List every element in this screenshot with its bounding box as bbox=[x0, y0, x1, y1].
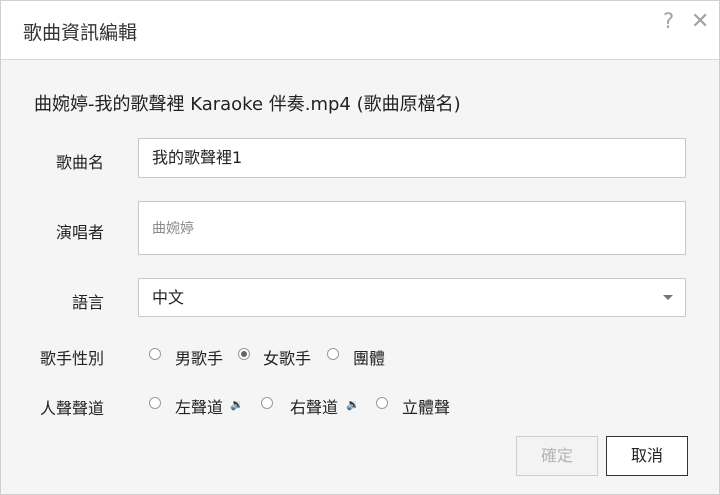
close-icon[interactable]: ✕ bbox=[691, 9, 709, 34]
radio-group-label[interactable]: 團體 bbox=[353, 345, 385, 369]
song-name-label: 歌曲名 bbox=[55, 153, 104, 172]
radio-female-label[interactable]: 女歌手 bbox=[263, 345, 311, 369]
radio-male-label[interactable]: 男歌手 bbox=[175, 345, 223, 369]
language-label: 語言 bbox=[71, 293, 104, 312]
singer-input[interactable]: 曲婉婷 bbox=[138, 201, 686, 255]
radio-right-channel-label[interactable]: 右聲道 bbox=[290, 394, 338, 418]
radio-right-channel[interactable] bbox=[261, 397, 273, 409]
dialog-title: 歌曲資訊編輯 bbox=[23, 22, 138, 44]
singer-placeholder: 曲婉婷 bbox=[152, 221, 194, 237]
singer-label: 演唱者 bbox=[55, 223, 104, 242]
song-info-dialog: 歌曲資訊編輯 ? ✕ 曲婉婷-我的歌聲裡 Karaoke 伴奏.mp4 (歌曲原… bbox=[0, 0, 720, 495]
dialog-titlebar: 歌曲資訊編輯 ? ✕ bbox=[1, 1, 719, 60]
speaker-icon[interactable]: 🔉 bbox=[230, 398, 244, 411]
cancel-button[interactable]: 取消 bbox=[606, 436, 688, 476]
speaker-icon[interactable]: 🔉 bbox=[346, 398, 360, 411]
radio-female[interactable] bbox=[238, 348, 250, 360]
radio-group[interactable] bbox=[327, 348, 339, 360]
gender-label: 歌手性別 bbox=[39, 349, 104, 368]
song-name-input[interactable]: 我的歌聲裡1 bbox=[138, 138, 686, 178]
source-filename: 曲婉婷-我的歌聲裡 Karaoke 伴奏.mp4 (歌曲原檔名) bbox=[34, 94, 461, 115]
song-name-value: 我的歌聲裡1 bbox=[152, 148, 243, 167]
radio-left-channel-label[interactable]: 左聲道 bbox=[175, 394, 223, 418]
radio-stereo[interactable] bbox=[376, 397, 388, 409]
chevron-down-icon bbox=[663, 295, 673, 300]
radio-male[interactable] bbox=[149, 348, 161, 360]
language-value: 中文 bbox=[152, 288, 185, 307]
channel-label: 人聲聲道 bbox=[39, 399, 104, 418]
language-select[interactable]: 中文 bbox=[138, 278, 686, 317]
radio-left-channel[interactable] bbox=[149, 397, 161, 409]
help-icon[interactable]: ? bbox=[663, 9, 674, 33]
ok-button[interactable]: 確定 bbox=[516, 436, 598, 476]
radio-stereo-label[interactable]: 立體聲 bbox=[402, 394, 450, 418]
